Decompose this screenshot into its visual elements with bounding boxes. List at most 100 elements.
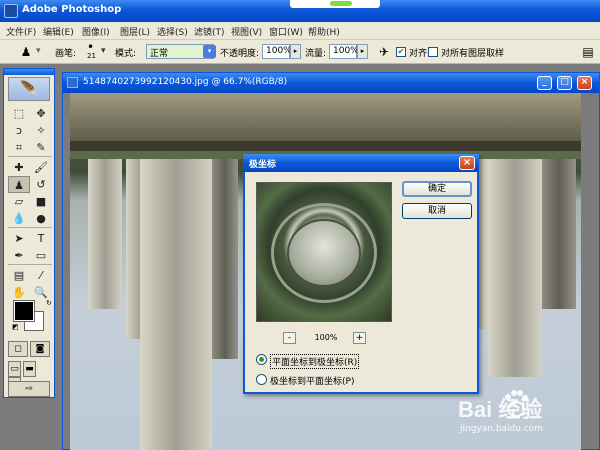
lasso-tool-icon[interactable]: ↄ <box>8 122 30 139</box>
rect-to-polar-radio[interactable] <box>256 354 267 365</box>
magic-wand-tool-icon[interactable]: ✧ <box>30 122 52 139</box>
jump-to-imageready-icon[interactable]: ⇨ <box>8 381 50 397</box>
align-label: 对齐 <box>409 49 428 59</box>
brush-dropdown-icon[interactable]: ▾ <box>101 46 106 56</box>
palette-well-icon[interactable]: ▤ <box>580 44 596 60</box>
menu-edit[interactable]: 编辑(E) <box>43 25 74 38</box>
tools-panel-grip[interactable] <box>4 69 54 75</box>
ok-button[interactable]: 确定 <box>402 181 472 197</box>
eraser-tool-icon[interactable]: ▱ <box>8 193 30 210</box>
photoshop-app-icon <box>4 4 18 18</box>
tools-panel: 🪶 ⬚ ✥ ↄ ✧ ⌗ ✎ ✚ 🖌 ♟ ↺ ▱ ■ 💧 ● ➤ T ✒ ▭ ▤ … <box>3 68 55 398</box>
flow-field[interactable]: 100% <box>329 44 359 59</box>
quick-mask-mode-icon[interactable]: ◙ <box>30 341 50 357</box>
document-title-bar[interactable]: 5148740273992120430.jpg @ 66.7%(RGB/8) _… <box>63 73 599 93</box>
polar-coordinates-dialog: 极坐标 × 确定 取消 - 100% + 平面坐标到极坐标(R) 极坐标到平面坐… <box>243 154 479 394</box>
zoom-in-button[interactable]: + <box>353 332 366 344</box>
rect-to-polar-label[interactable]: 平面坐标到极坐标(R) <box>270 354 360 369</box>
dialog-close-icon[interactable]: × <box>459 156 475 170</box>
gradient-tool-icon[interactable]: ■ <box>30 193 52 210</box>
photo-building <box>88 159 122 309</box>
default-colors-icon[interactable]: ◩ <box>12 323 19 331</box>
watermark-url: jingyan.baidu.com <box>460 424 544 434</box>
clone-stamp-tool-icon[interactable]: ♟ <box>8 176 30 193</box>
document-title: 5148740273992120430.jpg @ 66.7%(RGB/8) <box>83 77 288 87</box>
standard-screen-mode-icon[interactable]: ▭ <box>8 361 21 377</box>
zoom-value: 100% <box>314 333 338 342</box>
foreground-color-swatch[interactable] <box>13 300 35 322</box>
photo-water <box>70 93 581 143</box>
flow-slider-button[interactable]: ▸ <box>357 44 368 59</box>
photo-bridge <box>70 141 581 151</box>
tool-preset-dropdown[interactable]: ▾ <box>36 46 41 56</box>
maximize-button[interactable]: □ <box>557 76 572 90</box>
baidu-jingyan-watermark: Bai 经验 jingyan.baidu.com <box>458 388 598 446</box>
screen-mode-row: ▭ ▬ ■ <box>8 361 52 393</box>
cancel-button[interactable]: 取消 <box>402 203 472 219</box>
preview-zoom-controls: - 100% + <box>283 332 367 346</box>
crop-tool-icon[interactable]: ⌗ <box>8 139 30 156</box>
brush-label: 画笔: <box>55 49 77 59</box>
opacity-field[interactable]: 100% <box>262 44 292 59</box>
eyedropper-tool-icon[interactable]: ⁄ <box>30 267 52 284</box>
app-title: Adobe Photoshop <box>22 4 122 15</box>
pen-tool-icon[interactable]: ✒ <box>8 247 30 264</box>
minimize-button[interactable]: _ <box>537 76 552 90</box>
align-checkbox[interactable]: ✔ <box>396 47 406 57</box>
title-bar-indicator <box>330 1 352 6</box>
mode-label: 模式: <box>115 49 137 59</box>
menu-image[interactable]: 图像(I) <box>82 25 110 38</box>
all-layers-label: 对所有图层取样 <box>441 49 505 59</box>
tools-divider <box>8 264 52 265</box>
shape-tool-icon[interactable]: ▭ <box>30 247 52 264</box>
all-layers-checkbox[interactable] <box>428 47 438 57</box>
polar-to-rect-label[interactable]: 极坐标到平面坐标(P) <box>270 374 354 387</box>
menu-help[interactable]: 帮助(H) <box>308 25 340 38</box>
watermark-logo-text: Bai 经验 <box>458 397 543 422</box>
jump-to-row: ⇨ <box>8 381 52 399</box>
dodge-tool-icon[interactable]: ● <box>30 210 52 227</box>
airbrush-icon[interactable]: ✈ <box>376 44 392 60</box>
standard-mode-icon[interactable]: ◻ <box>8 341 28 357</box>
photoshop-app: Adobe Photoshop 文件(F) 编辑(E) 图像(I) 图层(L) … <box>0 0 600 450</box>
healing-brush-tool-icon[interactable]: ✚ <box>8 159 30 176</box>
history-brush-tool-icon[interactable]: ↺ <box>30 176 52 193</box>
zoom-out-button[interactable]: - <box>283 332 296 344</box>
blur-tool-icon[interactable]: 💧 <box>8 210 30 227</box>
filter-preview[interactable] <box>256 182 392 322</box>
preview-disc <box>287 219 361 287</box>
notes-tool-icon[interactable]: ▤ <box>8 267 30 284</box>
opacity-label: 不透明度: <box>220 49 260 59</box>
mode-dropdown-icon[interactable]: ▾ <box>203 45 216 58</box>
title-bar: Adobe Photoshop <box>0 0 600 22</box>
path-selection-tool-icon[interactable]: ➤ <box>8 230 30 247</box>
opacity-slider-button[interactable]: ▸ <box>290 44 301 59</box>
slice-tool-icon[interactable]: ✎ <box>30 139 52 156</box>
brush-size: 21 <box>87 52 96 60</box>
full-screen-menu-mode-icon[interactable]: ▬ <box>23 361 36 377</box>
photo-building <box>212 159 238 359</box>
photo-building <box>542 159 576 309</box>
polar-to-rect-radio[interactable] <box>256 374 267 385</box>
dialog-title-bar[interactable]: 极坐标 × <box>243 154 479 172</box>
menu-file[interactable]: 文件(F) <box>6 25 36 38</box>
type-tool-icon[interactable]: T <box>30 230 52 247</box>
tools-divider <box>8 156 52 157</box>
clone-stamp-icon[interactable]: ♟ <box>18 44 34 60</box>
menu-layer[interactable]: 图层(L) <box>120 25 150 38</box>
menu-window[interactable]: 窗口(W) <box>269 25 303 38</box>
menu-filter[interactable]: 滤镜(T) <box>194 25 225 38</box>
swap-colors-icon[interactable]: ↻ <box>46 299 52 307</box>
move-tool-icon[interactable]: ✥ <box>30 105 52 122</box>
menu-select[interactable]: 选择(S) <box>157 25 188 38</box>
dialog-title: 极坐标 <box>249 160 277 170</box>
marquee-tool-icon[interactable]: ⬚ <box>8 105 30 122</box>
quick-mask-row: ◻ ◙ <box>8 341 52 359</box>
menu-view[interactable]: 视图(V) <box>231 25 262 38</box>
color-swatches: ↻ ◩ <box>12 299 52 331</box>
adobe-feather-logo-icon[interactable]: 🪶 <box>8 77 50 101</box>
photo-building <box>488 159 542 377</box>
close-button[interactable]: × <box>577 76 592 90</box>
document-icon <box>67 77 78 88</box>
brush-tool-icon[interactable]: 🖌 <box>30 159 52 176</box>
